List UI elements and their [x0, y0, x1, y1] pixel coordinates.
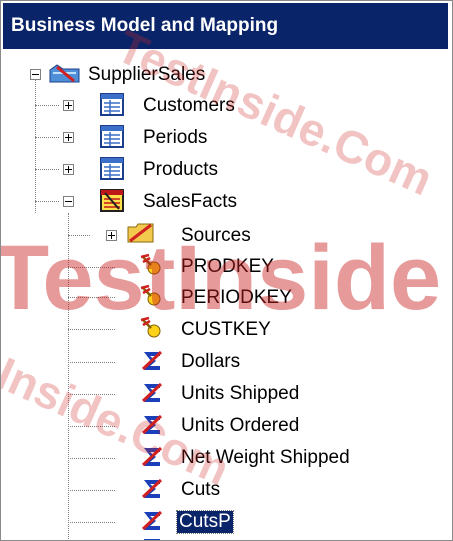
tree-node-label: PERIODKEY — [181, 287, 292, 308]
tree-connector — [68, 297, 115, 298]
logical-table-icon — [100, 93, 124, 116]
expand-toggle[interactable] — [63, 164, 74, 175]
business-model-tree[interactable]: SupplierSales Customers Periods Products… — [1, 53, 452, 540]
tree-node-label: Products — [143, 159, 218, 180]
expand-toggle[interactable] — [63, 132, 74, 143]
measure-column-icon — [141, 382, 163, 403]
key-column-icon — [140, 284, 161, 306]
tree-connector — [68, 213, 69, 540]
measure-column-icon — [141, 350, 163, 371]
tree-node-custkey[interactable]: CUSTKEY — [179, 314, 273, 346]
tree-node-dollars[interactable]: Dollars — [179, 346, 242, 378]
tree-connector — [68, 267, 115, 268]
tree-connector — [35, 75, 36, 213]
tree-connector — [68, 490, 115, 491]
tree-node-sales-facts[interactable]: SalesFacts — [141, 186, 239, 218]
measure-column-icon — [141, 414, 163, 435]
tree-node-label: Units Ordered — [181, 415, 300, 436]
tree-node-cuts[interactable]: Cuts — [179, 474, 222, 506]
expand-toggle[interactable] — [63, 100, 74, 111]
logical-table-icon — [100, 125, 124, 148]
tree-node-net-weight-shipped[interactable]: Net Weight Shipped — [179, 442, 352, 474]
tree-node-label: SalesFacts — [143, 191, 237, 212]
tree-connector — [68, 362, 115, 363]
tree-connector — [68, 394, 115, 395]
tree-node-label: Sources — [181, 225, 251, 246]
tree-connector — [35, 105, 59, 106]
tree-node-label: Customers — [143, 95, 235, 116]
business-model-panel: Business Model and Mapping SupplierSales — [0, 0, 453, 541]
tree-node-label: Dollars — [181, 351, 241, 372]
tree-node-supplier-sales[interactable]: SupplierSales — [86, 59, 207, 91]
tree-connector — [35, 201, 59, 202]
tree-connector — [68, 458, 115, 459]
tree-connector — [68, 329, 115, 330]
panel-title: Business Model and Mapping — [3, 3, 448, 49]
measure-column-icon — [144, 539, 160, 540]
sources-folder-icon — [127, 223, 154, 243]
key-column-icon — [140, 316, 161, 338]
tree-node-label: Cuts — [181, 479, 221, 500]
tree-node-units-shipped[interactable]: Units Shipped — [179, 378, 301, 410]
fact-table-icon — [100, 189, 124, 212]
tree-node-label: PRODKEY — [181, 256, 274, 277]
tree-node-periodkey[interactable]: PERIODKEY — [179, 282, 294, 314]
measure-column-icon — [141, 446, 163, 467]
collapse-toggle[interactable] — [63, 196, 74, 207]
tree-node-periods[interactable]: Periods — [141, 122, 209, 154]
tree-node-label: Periods — [143, 127, 208, 148]
tree-node-label: Net Weight Shipped — [181, 447, 350, 468]
tree-node-products[interactable]: Products — [141, 154, 220, 186]
tree-connector — [68, 426, 115, 427]
tree-node-sources[interactable]: Sources — [179, 220, 253, 252]
tree-node-units-ordered[interactable]: Units Ordered — [179, 410, 301, 442]
expand-toggle[interactable] — [106, 230, 117, 241]
tree-node-customers[interactable]: Customers — [141, 90, 237, 122]
tree-connector — [68, 522, 115, 523]
tree-connector — [68, 235, 90, 236]
logical-table-icon — [100, 157, 124, 180]
business-model-icon — [49, 64, 80, 83]
collapse-toggle[interactable] — [30, 69, 41, 80]
tree-connector — [35, 137, 59, 138]
tree-node-prodkey[interactable]: PRODKEY — [179, 251, 276, 283]
tree-node-label-selected: CutsP — [176, 510, 234, 534]
measure-column-icon — [141, 478, 163, 499]
key-column-icon — [140, 253, 161, 275]
tree-node-label: SupplierSales — [88, 64, 206, 85]
measure-column-icon — [141, 510, 163, 531]
tree-node-label: CUSTKEY — [181, 319, 271, 340]
tree-connector — [35, 169, 59, 170]
tree-node-cutsp[interactable]: CutsP — [176, 506, 234, 538]
tree-node-label: Units Shipped — [181, 383, 300, 404]
